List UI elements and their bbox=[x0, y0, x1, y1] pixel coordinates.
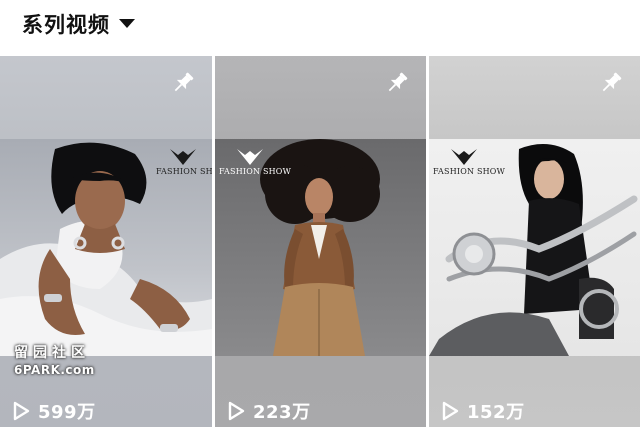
caret-down-icon[interactable] bbox=[119, 19, 135, 28]
video-thumbnail[interactable]: FASHION SHOW bbox=[215, 139, 426, 356]
video-card[interactable]: FASHION SHOW 152万 bbox=[429, 56, 640, 427]
play-count-row: 223万 bbox=[227, 398, 311, 424]
brand-logo: FASHION SHOW bbox=[219, 147, 291, 176]
pin-icon bbox=[602, 72, 622, 92]
brand-logo: FASHION SHOW bbox=[156, 147, 212, 176]
pin-icon bbox=[388, 72, 408, 92]
video-card[interactable]: FASHION SHOW 留园社区 6PARK.com 599万 bbox=[0, 56, 212, 427]
brand-logo: FASHION SHOW bbox=[433, 147, 505, 176]
brand-text: FASHION SHOW bbox=[156, 167, 212, 176]
play-icon bbox=[442, 401, 459, 421]
section-header: 系列视频 bbox=[0, 0, 640, 56]
video-grid: FASHION SHOW 留园社区 6PARK.com 599万 bbox=[0, 56, 640, 427]
play-count-row: 599万 bbox=[12, 398, 96, 424]
brand-text: FASHION SHOW bbox=[219, 167, 291, 176]
series-videos-title[interactable]: 系列视频 bbox=[22, 9, 110, 39]
play-icon bbox=[13, 401, 30, 421]
pin-icon bbox=[174, 72, 194, 92]
play-count-row: 152万 bbox=[441, 398, 525, 424]
play-icon bbox=[228, 401, 245, 421]
play-count: 223万 bbox=[253, 402, 311, 423]
play-count: 599万 bbox=[38, 402, 96, 423]
watermark-en: 6PARK.com bbox=[14, 363, 95, 377]
brand-text: FASHION SHOW bbox=[433, 167, 505, 176]
watermark: 留园社区 6PARK.com bbox=[14, 342, 95, 377]
watermark-cn: 留园社区 bbox=[14, 345, 90, 361]
video-thumbnail[interactable]: FASHION SHOW bbox=[0, 139, 212, 356]
play-count: 152万 bbox=[467, 402, 525, 423]
video-card[interactable]: FASHION SHOW 223万 bbox=[215, 56, 426, 427]
screen: 系列视频 FASHION SH 留园社区 6PARK.com 599万 FASH… bbox=[0, 0, 640, 427]
video-thumbnail[interactable]: FASHION SHOW bbox=[429, 139, 640, 356]
